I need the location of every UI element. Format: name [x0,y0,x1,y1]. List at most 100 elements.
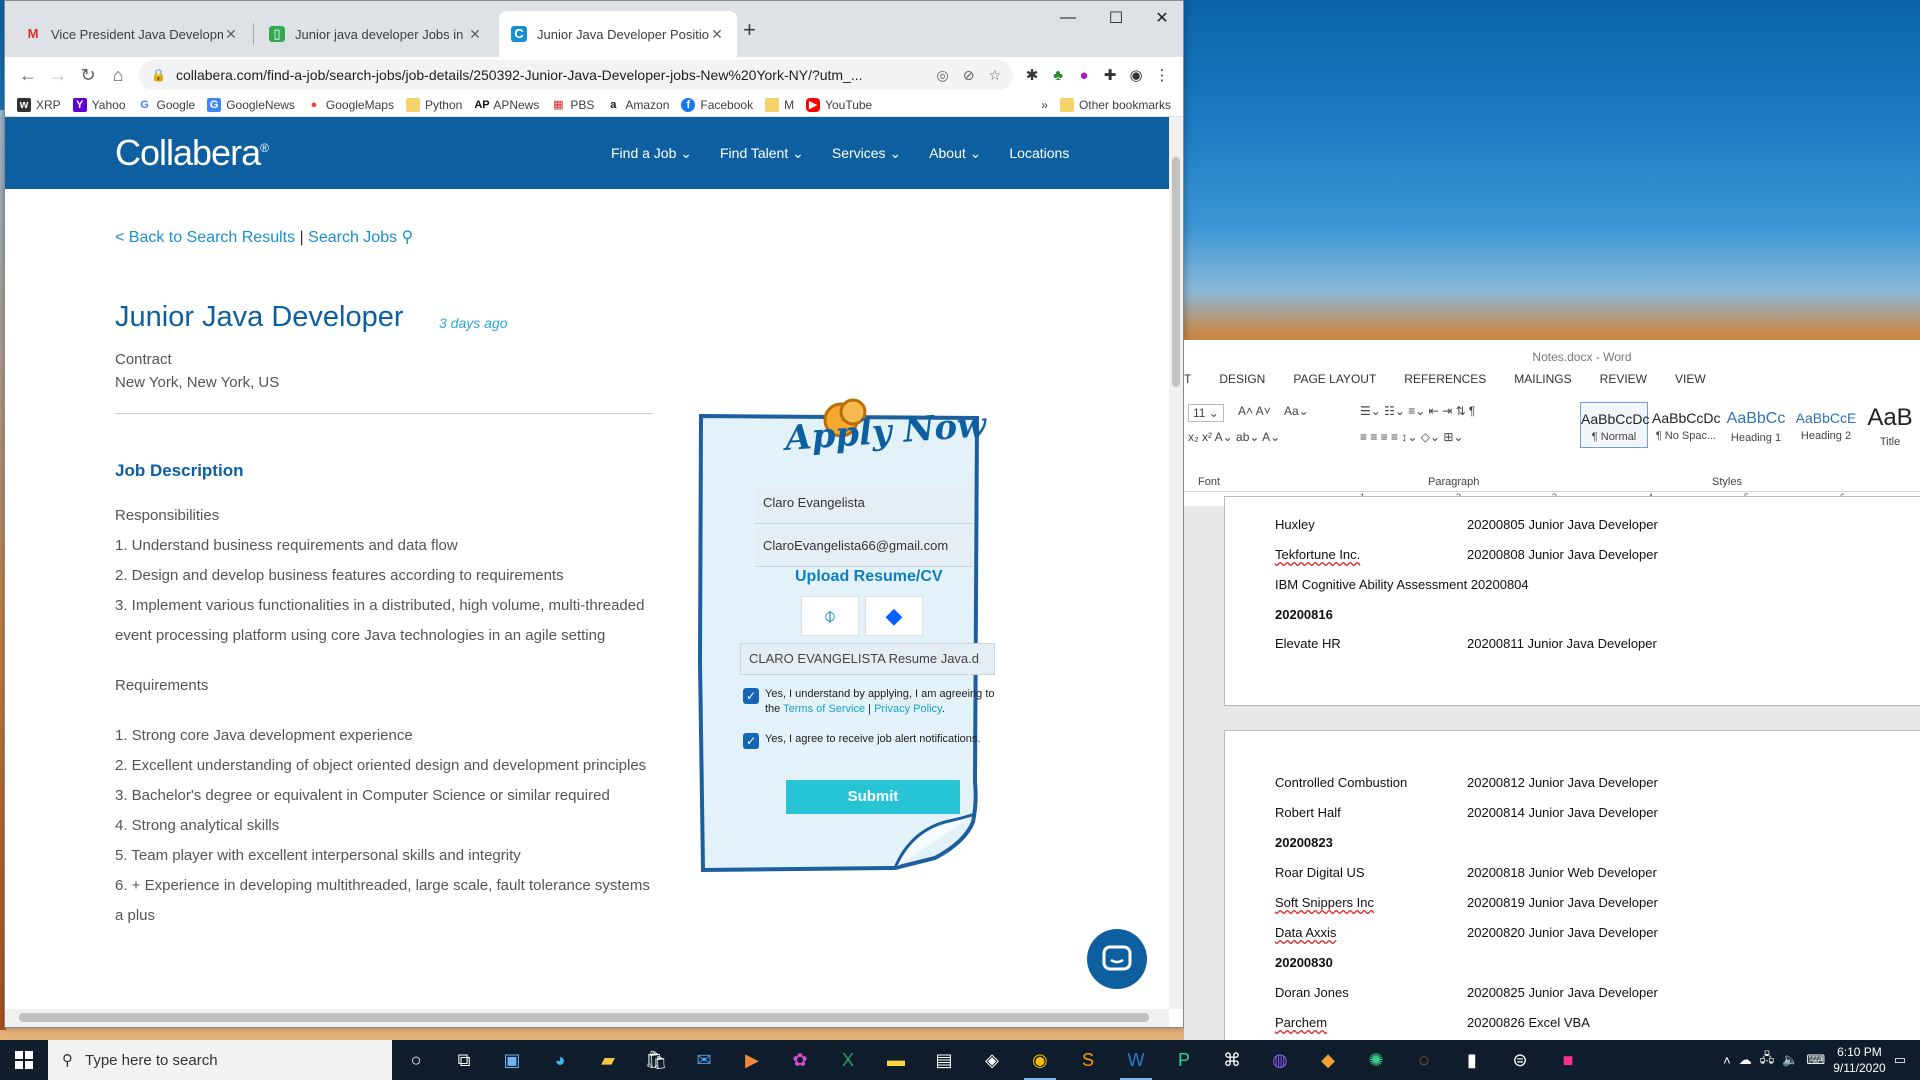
change-case-icon[interactable]: Aa⌄ [1284,404,1309,418]
tab-design[interactable]: DESIGN [1219,372,1265,396]
tab-references[interactable]: REFERENCES [1404,372,1486,396]
vertical-scrollbar[interactable] [1169,117,1183,1009]
eye-off-icon[interactable]: ⊘ [963,67,975,84]
resume-file-field[interactable]: CLARO EVANGELISTA Resume Java.d [740,643,995,675]
lock-icon[interactable]: 🔒 [151,68,166,82]
scroll-thumb[interactable] [1172,157,1180,387]
bookmark-yahoo[interactable]: Y Yahoo [72,97,126,112]
app-icon-3[interactable]: ▤ [920,1040,968,1080]
app-icon-5[interactable]: ⌘ [1208,1040,1256,1080]
nav-find-talent[interactable]: Find Talent ⌄ [720,145,804,162]
search-jobs-link[interactable]: Search Jobs ⚲ [308,229,413,246]
bookmark-facebook[interactable]: f Facebook [681,97,753,112]
media-icon[interactable]: ▶ [728,1040,776,1080]
edge-icon[interactable]: ◕ [536,1040,584,1080]
star-icon[interactable]: ☆ [988,67,1001,84]
tab-collabera[interactable]: C Junior Java Developer Position In ✕ [499,11,737,57]
name-field[interactable]: Claro Evangelista [755,484,973,524]
tab-page-layout[interactable]: PAGE LAYOUT [1293,372,1376,396]
chrome-icon[interactable]: ◉ [1016,1040,1064,1080]
bookmark-googlenews[interactable]: G GoogleNews [207,97,295,112]
style-normal[interactable]: AaBbCcDc ¶ Normal [1580,402,1649,448]
font-size-select[interactable]: 11 ⌄ [1188,404,1224,422]
nav-services[interactable]: Services ⌄ [832,145,901,162]
bookmarks-overflow[interactable]: » [1041,98,1048,112]
app-icon-9[interactable]: ⊜ [1496,1040,1544,1080]
extensions-puzzle-icon[interactable]: ✚ [1097,66,1123,84]
terms-of-service-link[interactable]: Terms of Service [783,703,865,715]
close-window-icon[interactable]: ✕ [1139,1,1185,35]
other-bookmarks[interactable]: Other bookmarks [1059,97,1171,112]
terms-checkbox[interactable]: ✓ [743,688,759,704]
taskbar-search[interactable]: ⚲ Type here to search [48,1040,392,1080]
address-bar[interactable]: 🔒 collabera.com/find-a-job/search-jobs/j… [139,60,1013,90]
app-icon-4[interactable]: ◈ [968,1040,1016,1080]
tab-jobs-search[interactable]: ▯ Junior java developer Jobs in New ✕ [257,11,495,57]
terminal-icon[interactable]: ▮ [1448,1040,1496,1080]
intellij-icon[interactable]: ■ [1544,1040,1592,1080]
forward-icon[interactable]: → [43,65,73,86]
avatar[interactable]: ◉ [1123,66,1149,84]
extension-green-icon[interactable]: ♣ [1045,67,1071,84]
style-heading-2[interactable]: AaBbCcE Heading 2 [1792,402,1860,448]
reload-icon[interactable]: ↻ [73,65,103,86]
privacy-policy-link[interactable]: Privacy Policy [874,703,942,715]
app-icon-1[interactable]: ▣ [488,1040,536,1080]
attach-file-button[interactable]: ⌽ [801,596,859,636]
tab-partial[interactable]: T [1184,372,1191,396]
close-icon[interactable]: ✕ [467,26,483,43]
minimize-icon[interactable]: — [1045,1,1091,35]
job-alerts-checkbox[interactable]: ✓ [743,733,759,749]
tab-review[interactable]: REVIEW [1600,372,1647,396]
menu-kebab-icon[interactable]: ⋮ [1149,66,1175,84]
close-icon[interactable]: ✕ [709,26,725,43]
start-button[interactable] [0,1040,48,1080]
collabera-logo[interactable]: Collabera® [115,132,269,174]
bullets-icon[interactable]: ☰⌄ ☷⌄ ≡⌄ ⇤ ⇥ ⇅ ¶ [1360,404,1475,418]
notifications-icon[interactable]: ▭ [1894,1052,1906,1068]
bookmark-python[interactable]: Python [405,97,462,112]
bookmark-m[interactable]: M [765,97,794,112]
style-heading-1[interactable]: AaBbCc Heading 1 [1722,402,1790,448]
cloud-icon[interactable]: ☁ [1739,1052,1752,1068]
maximize-icon[interactable]: ☐ [1093,1,1139,35]
sublime-icon[interactable]: S [1064,1040,1112,1080]
bookmark-youtube[interactable]: ▶ YouTube [806,97,872,112]
style-no-spacing[interactable]: AaBbCcDc ¶ No Spac... [1652,402,1720,448]
word-icon[interactable]: W [1112,1040,1160,1080]
tab-mailings[interactable]: MAILINGS [1514,372,1571,396]
chat-launcher-button[interactable] [1087,929,1147,989]
bookmark-amazon[interactable]: a Amazon [606,98,669,112]
extension-purple-icon[interactable]: ● [1071,67,1097,84]
task-view-icon[interactable]: ⧉ [440,1040,488,1080]
style-title[interactable]: AaB Title [1860,402,1920,448]
document-page[interactable]: Huxley 20200805 Junior Java Developer Tek… [1224,496,1920,706]
grow-font-icon[interactable]: A˄ A˅ [1238,404,1271,418]
volume-icon[interactable]: 🔈 [1782,1052,1798,1068]
chevron-up-icon[interactable]: ˄ [1723,1053,1731,1068]
align-icons[interactable]: ≡ ≡ ≡ ≡ ↕⌄ ◇⌄ ⊞⌄ [1360,430,1463,444]
extension-bug-icon[interactable]: ✱ [1019,66,1045,84]
email-field[interactable]: ClaroEvangelista66@gmail.com [755,527,973,567]
bookmark-xrp[interactable]: w XRP [17,97,61,112]
subscript-icon[interactable]: x₂ x² A⌄ ab⌄ A⌄ [1188,430,1280,444]
scroll-thumb[interactable] [19,1013,1149,1022]
sticky-notes-icon[interactable]: ▬ [872,1040,920,1080]
mail-icon[interactable]: ✉ [680,1040,728,1080]
clock[interactable]: 6:10 PM 9/11/2020 [1833,1044,1886,1076]
network-icon[interactable]: 🖧 [1760,1049,1775,1071]
nav-locations[interactable]: Locations [1009,145,1069,161]
app-icon-8[interactable]: ✺ [1352,1040,1400,1080]
dropbox-button[interactable]: ◆ [865,596,923,636]
bookmark-googlemaps[interactable]: ● GoogleMaps [307,98,394,112]
excel-icon[interactable]: X [824,1040,872,1080]
nav-find-a-job[interactable]: Find a Job ⌄ [611,145,692,162]
tab-gmail[interactable]: M Vice President Java Development ✕ [13,11,251,57]
back-icon[interactable]: ← [13,65,43,86]
horizontal-scrollbar[interactable] [5,1009,1169,1027]
jupyter-icon[interactable]: ◌ [1400,1040,1448,1080]
app-icon-2[interactable]: ✿ [776,1040,824,1080]
submit-button[interactable]: Submit [786,780,960,814]
cortana-icon[interactable]: ○ [392,1040,440,1080]
document-page[interactable]: Controlled Combustion 20200812 Junior Jav… [1224,730,1920,1050]
